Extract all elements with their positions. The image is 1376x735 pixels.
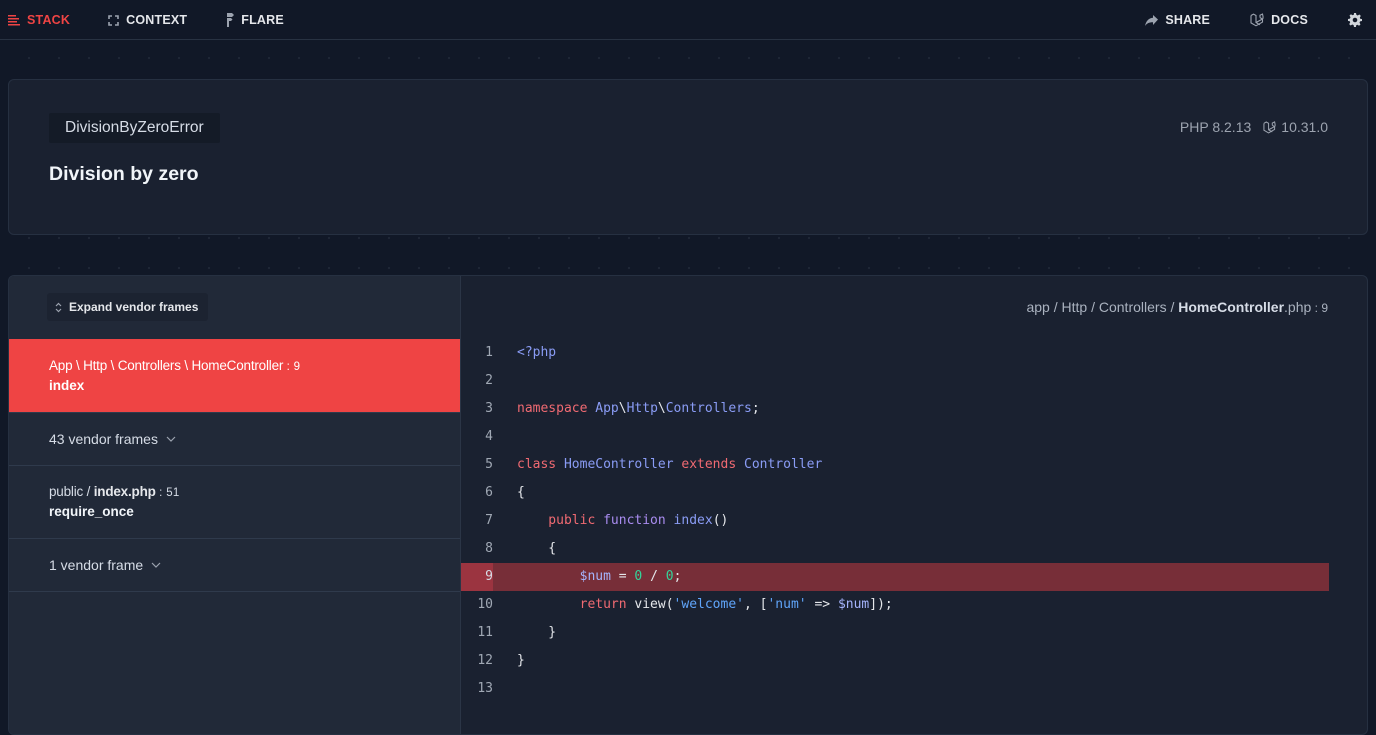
share-button[interactable]: SHARE [1145,0,1210,40]
laravel-icon [1263,120,1276,133]
laravel-icon [1250,13,1264,27]
docs-button[interactable]: DOCS [1250,0,1308,40]
php-version: PHP 8.2.13 [1179,119,1252,135]
file-path[interactable]: app / Http / Controllers / HomeControlle… [1026,299,1328,315]
version-info: PHP 8.2.13 10.31.0 [1180,119,1328,135]
laravel-version-group: 10.31.0 [1263,119,1328,135]
nav-tab-flare[interactable]: FLARE [225,0,284,40]
docs-button-label: DOCS [1271,13,1308,27]
frame-path: App \ Http \ Controllers \ HomeControlle… [49,358,301,373]
code-text: $num = 0 / 0; [579,569,682,584]
share-icon [1145,14,1159,26]
settings-button[interactable] [1348,0,1362,40]
frames-sidebar: Expand vendor frames App \ Http \ Contro… [9,276,461,734]
code-line-highlighted[interactable]: 9 $num = 0 / 0; [461,563,1329,591]
frame-path: public / index.php : 51 [49,484,180,499]
line-number: 12 [477,653,493,668]
line-number: 6 [485,485,493,500]
nav-tab-context-label: CONTEXT [126,13,188,27]
nav-tab-context[interactable]: CONTEXT [108,0,187,40]
code-line[interactable]: 12} [461,647,1329,675]
nav-tab-stack-label: STACK [27,13,71,27]
line-number: 3 [485,401,493,416]
line-number: 1 [485,345,493,360]
line-number: 10 [477,597,493,612]
stack-frame-selected[interactable]: App \ Http \ Controllers \ HomeControlle… [9,339,460,412]
line-number: 5 [485,457,493,472]
line-number: 8 [485,541,493,556]
stack-frame[interactable]: public / index.php : 51 require_once [9,465,460,538]
nav-left-group: STACK CONTEXT FLARE [8,0,284,40]
code-line[interactable]: 3 namespace App\Http\Controllers; [461,395,1329,423]
code-text: } [517,625,557,640]
frame-line-number: 51 [166,487,180,499]
code-line[interactable]: 2 [461,367,1329,395]
gear-icon [1348,13,1362,27]
line-number: 11 [477,625,493,640]
code-text: public function index() [517,513,729,528]
chevron-down-icon [166,436,176,442]
frame-line-number: 9 [293,361,301,373]
code-text: return view('welcome', ['num' => $num]); [517,597,893,612]
laravel-version: 10.31.0 [1281,119,1328,135]
code-text: namespace App\Http\Controllers; [517,401,760,416]
code-line[interactable]: 4 [461,423,1329,451]
expand-vendor-frames-label: Expand vendor frames [69,300,199,314]
chevron-up-down-icon [55,302,62,312]
nav-tab-flare-label: FLARE [241,13,284,27]
code-line[interactable]: 6{ [461,479,1329,507]
code-viewer: app / Http / Controllers / HomeControlle… [461,276,1367,734]
expand-vendor-frames-button[interactable]: Expand vendor frames [47,293,209,321]
code-line[interactable]: 10 return view('welcome', ['num' => $num… [461,591,1329,619]
stack-icon [8,14,20,25]
error-summary-card: DivisionByZeroError Division by zero PHP… [8,79,1368,235]
stack-trace-panel: Expand vendor frames App \ Http \ Contro… [8,275,1368,735]
line-number: 4 [485,429,493,444]
code-line[interactable]: 7 public function index() [461,507,1329,535]
exception-class-badge[interactable]: DivisionByZeroError [49,113,220,143]
code-text: { [517,485,525,500]
code-line[interactable]: 5 class HomeController extends Controller [461,451,1329,479]
code-line[interactable]: 11 } [461,619,1329,647]
code-line[interactable]: 13 [461,675,1329,703]
frame-method: index [49,378,85,393]
code-text: <?php [517,345,557,360]
frames-header: Expand vendor frames [9,276,460,339]
code-text: class HomeController extends Controller [517,457,823,472]
code-line[interactable]: 1 <?php [461,339,1329,367]
line-number: 7 [485,513,493,528]
vendor-frames-toggle[interactable]: 43 vendor frames [9,412,460,465]
share-button-label: SHARE [1165,13,1211,27]
line-number: 13 [477,681,493,696]
frames-divider [9,591,460,592]
nav-right-group: SHARE DOCS [1145,0,1362,40]
error-message: Division by zero [49,163,199,185]
line-number: 9 [485,569,493,584]
code-line[interactable]: 8 { [461,535,1329,563]
vendor-frames-label: 43 vendor frames [49,431,158,447]
code-text: } [517,653,525,668]
code-lines: 1 <?php 2 3 namespace App\Http\Controllers; 4… [461,339,1329,703]
vendor-frames-toggle[interactable]: 1 vendor frame [9,538,460,591]
vendor-frames-label: 1 vendor frame [49,557,144,573]
expand-icon [108,14,119,26]
frame-method: require_once [49,504,134,519]
top-nav: STACK CONTEXT FLARE SHARE DOCS [0,0,1376,40]
nav-tab-stack[interactable]: STACK [8,0,70,40]
chevron-down-icon [151,562,161,568]
flare-icon [227,13,235,27]
code-text: { [517,541,557,556]
line-number: 2 [485,373,493,388]
